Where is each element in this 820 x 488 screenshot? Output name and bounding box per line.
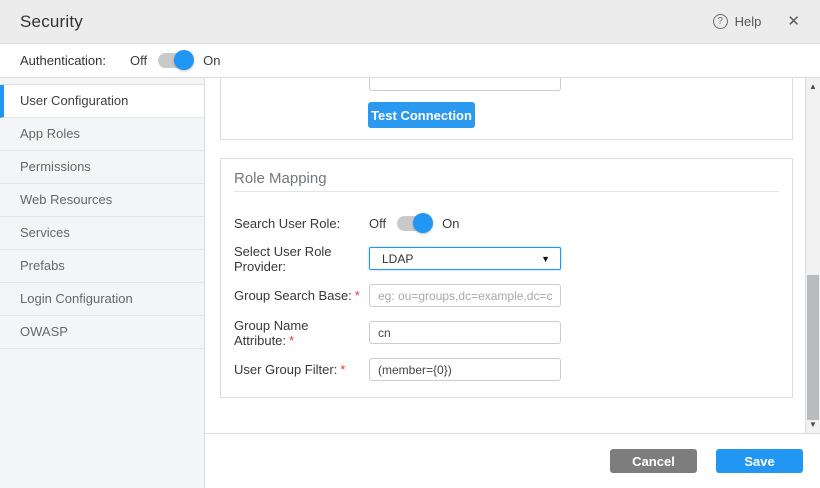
group-search-base-row: Group Search Base:* <box>234 284 779 307</box>
group-name-attribute-label: Group Name Attribute:* <box>234 318 369 348</box>
authentication-row: Authentication: Off On <box>0 44 820 78</box>
provider-select[interactable]: LDAP ▼ <box>369 247 561 270</box>
scroll-up-icon[interactable]: ▲ <box>806 80 820 93</box>
user-group-filter-row: User Group Filter:* <box>234 358 779 381</box>
user-group-filter-input[interactable] <box>369 358 561 381</box>
sidebar-item-owasp[interactable]: OWASP <box>0 316 204 349</box>
authentication-toggle-knob <box>174 50 194 70</box>
scrollbar-thumb[interactable] <box>807 275 819 420</box>
search-user-role-row: Search User Role: Off On <box>234 212 779 235</box>
ldap-config-partial-input[interactable] <box>369 78 561 91</box>
group-name-attribute-label-text: Group Name Attribute: <box>234 318 308 348</box>
sidebar-item-permissions[interactable]: Permissions <box>0 151 204 184</box>
security-dialog: Security ? Help ✕ Authentication: Off On… <box>0 0 820 488</box>
sidebar-item-prefabs[interactable]: Prefabs <box>0 250 204 283</box>
required-asterisk: * <box>355 288 360 303</box>
user-group-filter-label-text: User Group Filter: <box>234 362 337 377</box>
cancel-button[interactable]: Cancel <box>610 449 697 473</box>
close-icon[interactable]: ✕ <box>787 14 800 29</box>
chevron-down-icon: ▼ <box>541 254 550 264</box>
content-area: Test Connection Role Mapping Search User… <box>205 78 820 488</box>
vertical-scrollbar[interactable]: ▲ ▼ <box>805 78 820 433</box>
help-button[interactable]: ? Help <box>713 14 762 29</box>
search-user-role-off-label: Off <box>369 216 386 231</box>
authentication-toggle[interactable] <box>158 53 192 68</box>
sidebar-item-user-configuration[interactable]: User Configuration <box>0 85 204 118</box>
sidebar-item-web-resources[interactable]: Web Resources <box>0 184 204 217</box>
provider-select-value: LDAP <box>382 252 413 266</box>
footer: Cancel Save <box>205 433 820 488</box>
required-asterisk: * <box>340 362 345 377</box>
ldap-config-panel: Test Connection <box>220 78 793 140</box>
role-mapping-divider <box>234 191 779 192</box>
authentication-toggle-group: Off On <box>130 53 220 68</box>
authentication-on-label: On <box>203 53 220 68</box>
sidebar-list: User Configuration App Roles Permissions… <box>0 84 204 349</box>
group-search-base-label-text: Group Search Base: <box>234 288 352 303</box>
search-user-role-label: Search User Role: <box>234 216 369 231</box>
role-mapping-panel: Role Mapping Search User Role: Off On <box>220 158 793 398</box>
help-icon: ? <box>713 14 728 29</box>
role-mapping-title: Role Mapping <box>234 170 327 187</box>
help-label: Help <box>735 14 762 29</box>
user-group-filter-label: User Group Filter:* <box>234 362 369 377</box>
required-asterisk: * <box>289 333 294 348</box>
authentication-off-label: Off <box>130 53 147 68</box>
authentication-label: Authentication: <box>20 53 106 68</box>
search-user-role-toggle[interactable] <box>397 216 431 231</box>
group-search-base-input[interactable] <box>369 284 561 307</box>
group-name-attribute-row: Group Name Attribute:* <box>234 321 779 344</box>
search-user-role-toggle-knob <box>413 213 433 233</box>
provider-row: Select User Role Provider: LDAP ▼ <box>234 247 779 270</box>
test-connection-button[interactable]: Test Connection <box>368 102 475 128</box>
provider-label: Select User Role Provider: <box>234 244 369 274</box>
sidebar-item-login-configuration[interactable]: Login Configuration <box>0 283 204 316</box>
scroll-down-icon[interactable]: ▼ <box>806 418 820 431</box>
page-title: Security <box>20 12 83 32</box>
sidebar-item-app-roles[interactable]: App Roles <box>0 118 204 151</box>
search-user-role-toggle-group: Off On <box>369 216 459 231</box>
group-search-base-label: Group Search Base:* <box>234 288 369 303</box>
sidebar: User Configuration App Roles Permissions… <box>0 78 205 488</box>
header: Security ? Help ✕ <box>0 0 820 44</box>
sidebar-item-services[interactable]: Services <box>0 217 204 250</box>
search-user-role-on-label: On <box>442 216 459 231</box>
group-name-attribute-input[interactable] <box>369 321 561 344</box>
scroll-area: Test Connection Role Mapping Search User… <box>205 78 820 433</box>
header-actions: ? Help ✕ <box>713 14 800 29</box>
save-button[interactable]: Save <box>716 449 803 473</box>
